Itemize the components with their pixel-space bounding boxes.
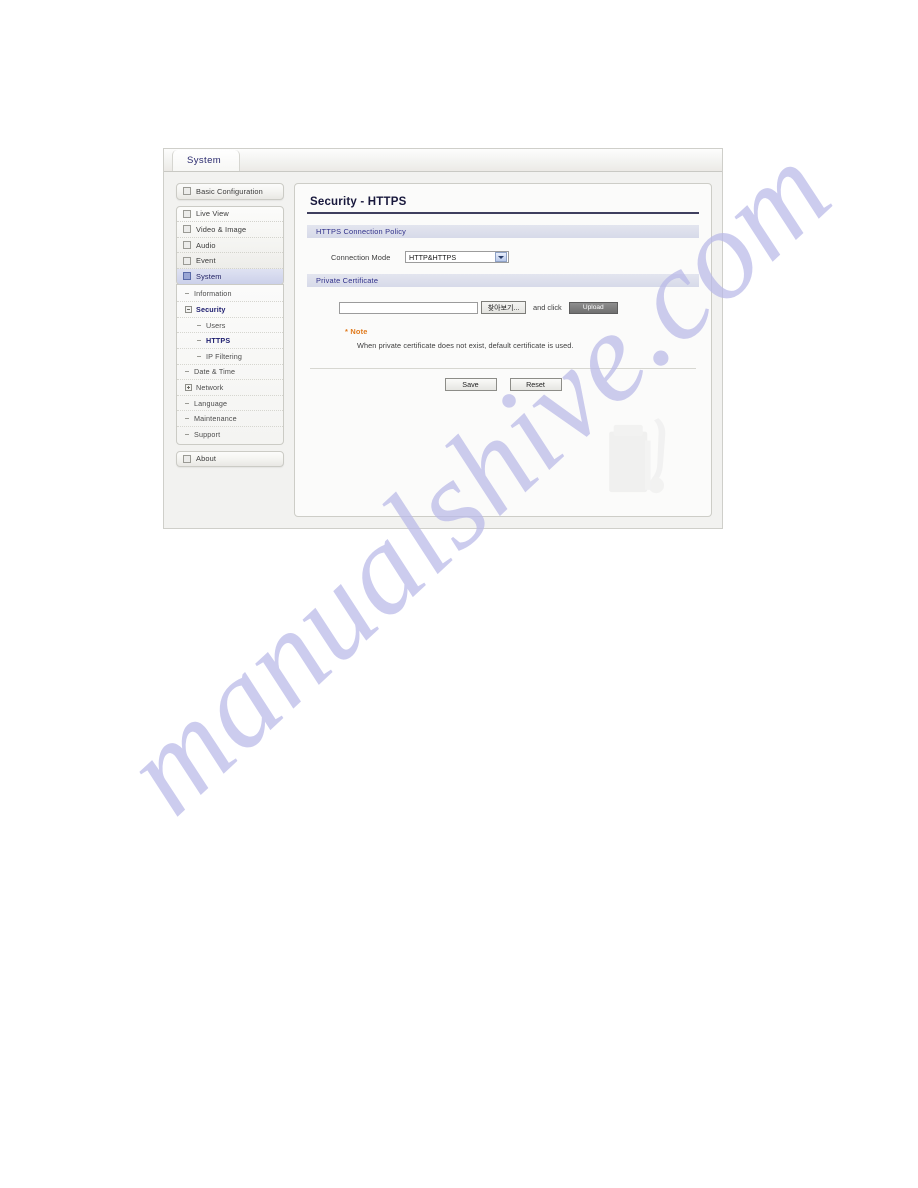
connection-mode-row: Connection Mode HTTP&HTTPS [307,251,699,263]
connection-mode-value: HTTP&HTTPS [409,252,457,262]
sidebar-item-label: Audio [196,240,216,250]
upload-button-label: Upload [582,304,604,311]
sidebar-item-label: Date & Time [194,367,236,377]
note-block: * Note When private certificate does not… [307,327,699,350]
certificate-upload-row: 찾아보기... and click Upload [307,301,699,314]
sidebar-item-network[interactable]: Network [177,380,283,396]
expand-box-icon [183,256,191,265]
sidebar-item-date-time[interactable]: Date & Time [177,365,283,381]
expand-box-icon [183,241,191,250]
bullet-dash-icon [185,371,189,373]
sidebar-item-label: Support [194,429,221,439]
sidebar-item-about[interactable]: About [177,452,283,467]
sidebar-item-event[interactable]: Event [177,253,283,269]
and-click-text: and click [533,303,562,312]
main-content-panel: Security - HTTPS HTTPS Connection Policy… [294,183,712,517]
sidebar-navigation: Basic Configuration Live View Video & Im… [176,183,284,517]
sidebar-item-label: Basic Configuration [196,186,263,196]
sidebar-group-basic: Basic Configuration [176,183,284,200]
sidebar-item-label: Users [206,320,226,330]
section-header-https-connection-policy: HTTPS Connection Policy [307,225,699,238]
sidebar-item-system[interactable]: System [177,268,283,284]
bullet-dash-icon [185,402,189,404]
bullet-dash-icon [197,355,201,357]
sidebar-item-label: Live View [196,209,229,219]
chevron-down-icon[interactable] [495,252,507,262]
sidebar-item-label: System [196,271,222,281]
window-body: Basic Configuration Live View Video & Im… [164,171,722,527]
sidebar-item-label: Language [194,398,228,408]
sidebar-item-label: IP Filtering [206,351,243,361]
bullet-dash-icon [197,340,201,342]
sidebar-item-label: About [196,454,217,464]
expand-plus-icon [185,383,192,391]
certificate-file-path-input[interactable] [339,301,478,314]
save-button[interactable]: Save [444,378,497,391]
bullet-dash-icon [185,418,189,420]
expand-box-icon [183,225,191,234]
expand-box-icon [183,187,191,196]
bullet-dash-icon [185,433,189,435]
window-titlebar: System [164,148,722,172]
page-title: Security - HTTPS [310,196,407,208]
sidebar-group-about: About [176,450,284,468]
save-button-label: Save [462,380,479,389]
section-header-label: Private Certificate [316,276,379,285]
sidebar-item-label: Information [194,289,232,299]
expand-box-icon [183,209,191,218]
note-body: When private certificate does not exist,… [357,341,574,350]
sidebar-item-users[interactable]: Users [177,318,283,334]
note-title: * Note [345,327,699,336]
sidebar-item-label: Network [196,382,224,392]
sidebar-item-language[interactable]: Language [177,396,283,412]
note-star-icon: * [345,327,349,336]
sidebar-item-maintenance[interactable]: Maintenance [177,411,283,427]
sidebar-item-support[interactable]: Support [177,427,283,442]
background-ghost-graphic [609,418,666,494]
section-header-label: HTTPS Connection Policy [316,227,407,236]
tab-system-label: System [187,155,222,166]
sidebar-item-ip-filtering[interactable]: IP Filtering [177,349,283,365]
application-window: System Basic Configuration Live View Vid… [163,148,723,529]
sidebar-item-label: Video & Image [196,224,247,234]
sidebar-item-label: Event [196,256,216,266]
sidebar-group-main: Live View Video & Image Audio Event Syst… [176,205,284,285]
expand-box-icon [183,454,191,463]
sidebar-item-label: Maintenance [194,414,237,424]
sidebar-item-live-view[interactable]: Live View [177,207,283,223]
sidebar-item-security[interactable]: Security [177,302,283,318]
sidebar-item-information[interactable]: Information [177,287,283,303]
upload-button[interactable]: Upload [568,301,618,314]
browse-file-button[interactable]: 찾아보기... [481,301,526,314]
sidebar-item-basic-configuration[interactable]: Basic Configuration [177,184,283,199]
section-header-private-certificate: Private Certificate [307,274,699,287]
sidebar-item-audio[interactable]: Audio [177,238,283,254]
connection-mode-label: Connection Mode [331,252,391,262]
collapse-minus-icon [185,305,192,313]
bullet-dash-icon [197,324,201,326]
action-divider [310,368,696,369]
connection-mode-select[interactable]: HTTP&HTTPS [405,251,509,263]
action-button-row: Save Reset [307,378,699,391]
note-title-label: Note [350,327,368,336]
sidebar-item-video-image[interactable]: Video & Image [177,222,283,238]
reset-button[interactable]: Reset [509,378,562,391]
title-divider [307,212,699,214]
sidebar-subitems-system: Information Security Users HTTPS IP Filt… [176,283,284,445]
reset-button-label: Reset [526,380,545,389]
tab-system[interactable]: System [172,150,241,171]
sidebar-item-label: Security [196,304,226,314]
sidebar-item-https[interactable]: HTTPS [177,333,283,349]
bullet-dash-icon [185,293,189,295]
browse-file-label: 찾아보기... [487,304,520,312]
expand-box-icon [183,272,191,281]
sidebar-item-label: HTTPS [206,336,231,346]
